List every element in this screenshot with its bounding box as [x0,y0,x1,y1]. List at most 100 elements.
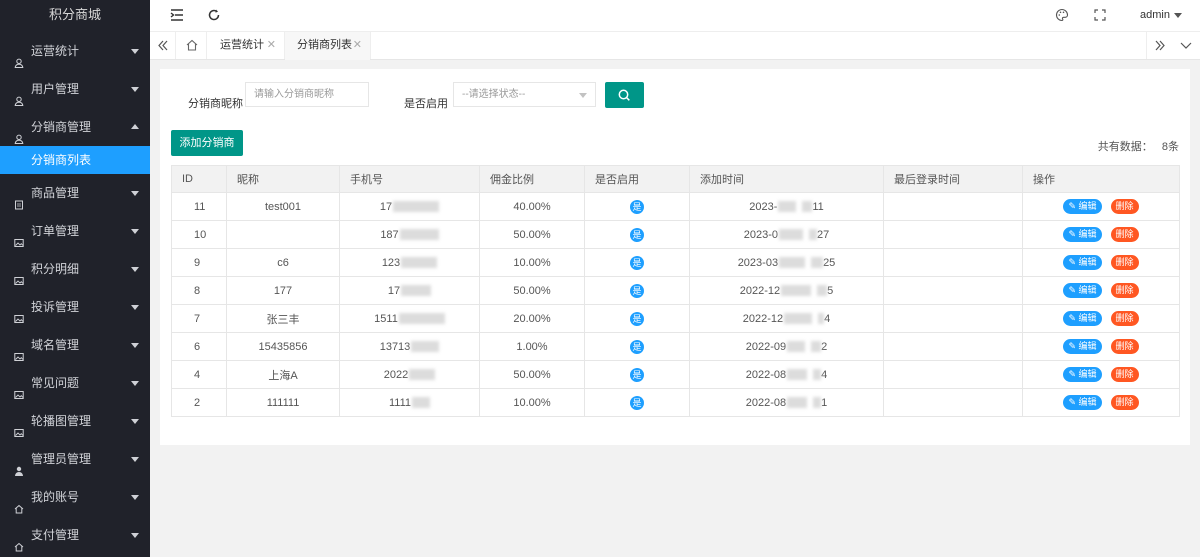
edit-button[interactable]: ✎ 编辑 [1063,199,1102,214]
total-label: 共有数据： [1097,141,1153,153]
enabled-badge: 是 [630,311,644,326]
sidebar-item-label: 轮播图管理 [31,414,92,428]
edit-button[interactable]: ✎ 编辑 [1063,311,1102,326]
top-bar: admin [150,0,1200,32]
sidebar-item[interactable]: 支付管理 [0,516,150,554]
caret-down-icon [131,533,139,538]
tab-label: 运营统计 [220,39,264,51]
edit-button[interactable]: ✎ 编辑 [1063,339,1102,354]
cell-ratio: 40.00% [479,192,585,221]
redacted-blur [802,201,813,213]
redacted-blur [813,397,822,409]
cell-nickname: 111111 [226,388,340,417]
added-visible: 2023- [749,200,778,213]
cell-nickname: 177 [226,276,340,305]
redacted-blur [409,369,436,381]
enabled-badge: 是 [630,227,644,242]
caret-down-icon [131,87,139,92]
redacted-blur [811,257,824,269]
edit-button[interactable]: ✎ 编辑 [1063,283,1102,298]
phone-visible: 17 [387,284,401,297]
redacted-blur [787,341,806,353]
delete-button[interactable]: 删除 [1110,283,1139,298]
sidebar-item[interactable]: 订单管理 [0,212,150,250]
added-visible: 2022-12 [742,312,784,325]
search-button[interactable] [605,82,644,108]
pencil-icon: ✎ [1068,257,1076,267]
cell-nickname: 上海A [226,360,340,389]
phone-visible: 123 [381,256,401,269]
added-tail: 4 [821,368,828,381]
cell-nickname: test001 [226,192,340,221]
sidebar-item[interactable]: 积分明细 [0,250,150,288]
tab-scroll-left[interactable] [150,32,176,59]
sidebar-item[interactable]: 管理员管理 [0,440,150,478]
caret-down-icon [131,191,139,196]
caret-down-icon[interactable] [1174,13,1182,18]
delete-button[interactable]: 删除 [1110,395,1139,410]
delete-button[interactable]: 删除 [1110,311,1139,326]
caret-down-icon [131,229,139,234]
double-chevron-left-icon [158,40,168,51]
nickname-input[interactable]: 请输入分销商昵称 [245,82,369,107]
sidebar-item[interactable]: 我的账号 [0,478,150,516]
image-icon [14,415,24,437]
add-distributor-button[interactable]: 添加分销商 [171,130,243,156]
theme-icon[interactable] [1055,8,1069,22]
sidebar-subitem-distributor-list[interactable]: 分销商列表 [0,146,150,174]
cell-last-login [883,304,1023,333]
tab-dropdown[interactable] [1173,32,1199,59]
tab-home[interactable] [177,32,207,59]
tab-distributor-list[interactable]: 分销商列表 ✕ [285,32,371,60]
delete-button[interactable]: 删除 [1110,199,1139,214]
delete-button[interactable]: 删除 [1110,339,1139,354]
sidebar-item[interactable]: 分销商管理 [0,108,150,146]
tab-operations[interactable]: 运营统计 ✕ [208,32,285,59]
cell-added-time: 2023-03 25 [689,248,884,277]
sidebar-item-label: 投诉管理 [31,300,80,314]
edit-button[interactable]: ✎ 编辑 [1063,395,1102,410]
refresh-icon[interactable] [207,8,221,22]
home-icon [186,39,198,51]
user-menu[interactable]: admin [1140,9,1170,21]
cell-added-time: 2023- 11 [689,192,884,221]
table-row: 6 15435856 13713 1.00% 是 2022-09 2 ✎ 编辑 删除 [171,332,1180,361]
user-icon [14,121,24,144]
edit-button[interactable]: ✎ 编辑 [1063,227,1102,242]
sidebar-item[interactable]: 轮播图管理 [0,402,150,440]
caret-down-icon [131,305,139,310]
redacted-blur [779,229,803,241]
redacted-blur [813,369,822,381]
fullscreen-icon[interactable] [1093,8,1107,22]
status-select[interactable]: --请选择状态-- [453,82,596,107]
sidebar-item[interactable]: 运营统计 [0,32,150,70]
tab-scroll-right[interactable] [1146,32,1172,59]
cell-id: 10 [171,220,227,249]
delete-button[interactable]: 删除 [1110,227,1139,242]
sidebar-item[interactable]: 常见问题 [0,364,150,402]
sidebar-item[interactable]: 用户管理 [0,70,150,108]
edit-button[interactable]: ✎ 编辑 [1063,255,1102,270]
redacted-blur [818,313,825,325]
cell-phone: 13713 [339,332,480,361]
close-icon[interactable]: ✕ [353,32,362,59]
menu-fold-icon[interactable] [170,8,184,22]
phone-visible: 2022 [383,368,409,381]
cell-actions: ✎ 编辑 删除 [1022,192,1180,221]
edit-button[interactable]: ✎ 编辑 [1063,367,1102,382]
person-icon [14,453,24,476]
cell-ratio: 10.00% [479,388,585,417]
chevron-down-icon [1180,42,1192,49]
sidebar-item[interactable]: 商品管理 [0,174,150,212]
delete-button[interactable]: 删除 [1110,255,1139,270]
cell-enabled: 是 [584,192,690,221]
phone-visible: 1111 [388,396,412,409]
close-icon[interactable]: ✕ [267,32,276,59]
delete-button[interactable]: 删除 [1110,367,1139,382]
enabled-badge: 是 [630,367,644,382]
cell-id: 11 [171,192,227,221]
sidebar-item[interactable]: 投诉管理 [0,288,150,326]
caret-down-icon [131,381,139,386]
sidebar-item[interactable]: 域名管理 [0,326,150,364]
redacted-blur [398,313,445,325]
